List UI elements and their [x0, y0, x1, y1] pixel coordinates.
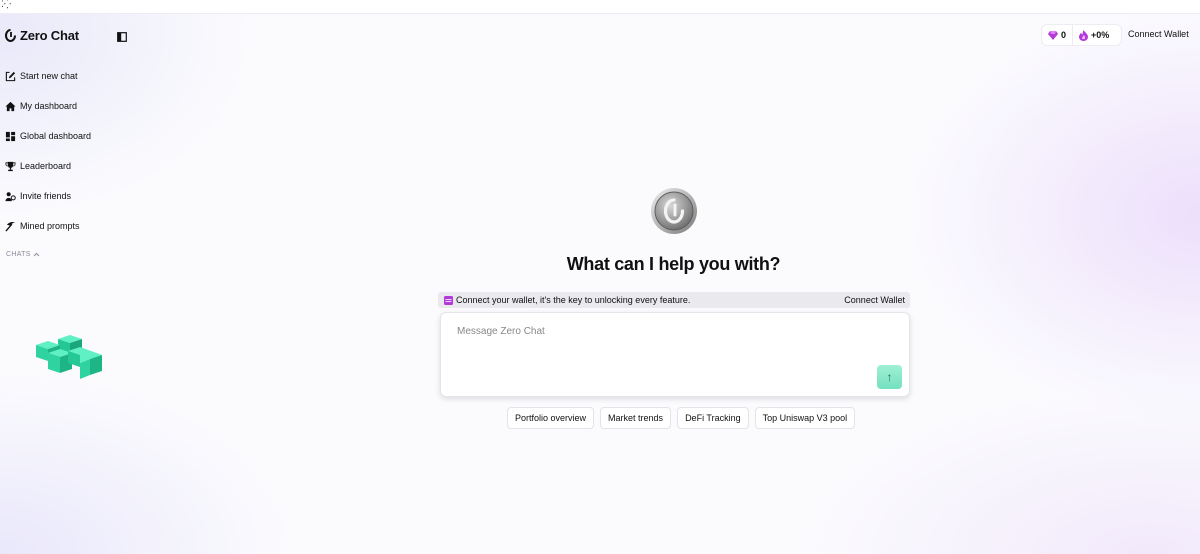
boost-value: +0%: [1091, 30, 1110, 40]
sidebar-item-my-dashboard[interactable]: My dashboard: [5, 98, 91, 114]
wallet-icon: [444, 295, 453, 305]
edit-icon: [5, 71, 16, 81]
brand[interactable]: Zero Chat: [5, 27, 79, 43]
connect-wallet-button[interactable]: Connect Wallet: [1128, 29, 1189, 39]
tab-glyph: ⁚⁛: [1, 0, 12, 10]
sidebar-toggle-button[interactable]: [117, 29, 127, 42]
sidebar-item-leaderboard[interactable]: Leaderboard: [5, 158, 91, 174]
suggestion-chips: Portfolio overview Market trends DeFi Tr…: [507, 407, 856, 429]
suggestion-chip-market-trends[interactable]: Market trends: [600, 407, 672, 429]
sidebar-item-label: Mined prompts: [20, 221, 80, 231]
suggestion-chip-portfolio-overview[interactable]: Portfolio overview: [507, 407, 595, 429]
boost-counter[interactable]: +0%: [1072, 25, 1115, 45]
sidebar-item-label: Start new chat: [20, 71, 78, 81]
grid-icon: [5, 131, 16, 141]
wallet-banner: Connect your wallet, it's the key to unl…: [438, 292, 910, 308]
sidebar-item-global-dashboard[interactable]: Global dashboard: [5, 128, 91, 144]
sidebar-item-mined-prompts[interactable]: Mined prompts: [5, 218, 91, 234]
sidebar-nav: Start new chat My dashboard Global dashb…: [5, 68, 91, 248]
banner-connect-wallet-button[interactable]: Connect Wallet: [844, 295, 905, 305]
gem-icon: [1048, 30, 1058, 40]
pickaxe-icon: [5, 221, 16, 232]
arrow-up-icon: ↑: [886, 370, 893, 384]
page-headline: What can I help you with?: [566, 254, 781, 274]
fire-icon: [1079, 29, 1089, 41]
green-cubes-illustration: [36, 335, 102, 379]
suggestion-chip-top-uniswap-v3-pool[interactable]: Top Uniswap V3 pool: [754, 407, 856, 429]
points-badge-group: 0 +0%: [1041, 24, 1122, 46]
message-input[interactable]: Message Zero Chat: [457, 326, 545, 337]
trophy-icon: [5, 161, 16, 171]
sidebar-item-label: Invite friends: [20, 191, 72, 201]
app-window: Zero Chat Start new chat My dashboard Gl…: [0, 14, 1200, 554]
message-composer[interactable]: Message Zero Chat ↑: [440, 312, 910, 397]
sidebar-item-label: My dashboard: [20, 101, 78, 111]
gems-value: 0: [1061, 30, 1067, 40]
send-button[interactable]: ↑: [877, 365, 902, 389]
sidebar-toggle-icon: [117, 32, 127, 42]
suggestion-chip-defi-tracking[interactable]: DeFi Tracking: [677, 407, 749, 429]
zero-chat-logo-icon: [5, 28, 16, 42]
sidebar-item-label: Global dashboard: [20, 131, 92, 141]
zero-chat-coin-logo: [651, 188, 697, 234]
sidebar-item-invite-friends[interactable]: Invite friends: [5, 188, 91, 204]
sidebar-item-start-new-chat[interactable]: Start new chat: [5, 68, 91, 84]
sidebar-item-label: Leaderboard: [20, 161, 72, 171]
brand-name: Zero Chat: [20, 27, 79, 43]
people-icon: [5, 191, 16, 201]
browser-top-strip: ⁚⁛: [0, 0, 1200, 14]
gems-counter[interactable]: 0: [1042, 25, 1072, 45]
wallet-banner-text: Connect your wallet, it's the key to unl…: [456, 295, 691, 305]
home-icon: [5, 101, 16, 111]
